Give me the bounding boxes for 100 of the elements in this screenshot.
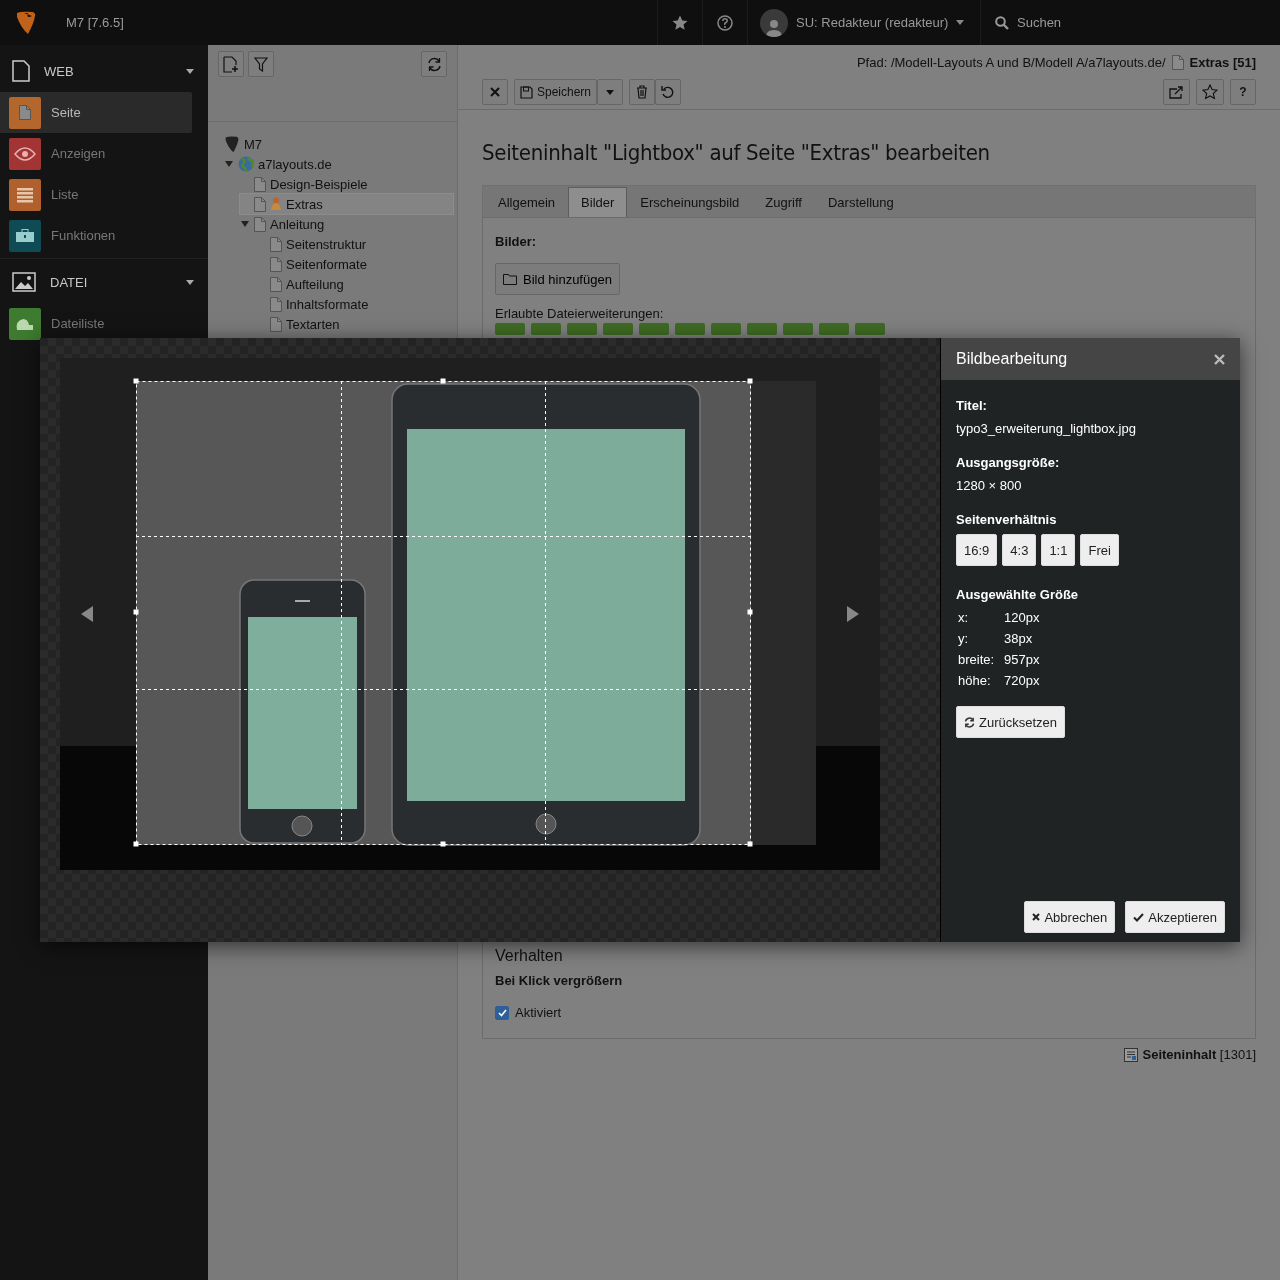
tree-item[interactable]: Textarten xyxy=(256,314,457,334)
tree-item[interactable]: Anleitung xyxy=(240,214,457,234)
tab[interactable]: Zugriff xyxy=(752,187,815,217)
tab[interactable]: Erscheinungsbild xyxy=(627,187,753,217)
ratio-button[interactable]: 1:1 xyxy=(1041,534,1076,566)
open-new-window-button[interactable] xyxy=(1163,79,1190,105)
logo-icon xyxy=(224,135,240,153)
cancel-button[interactable]: Abbrechen xyxy=(1024,901,1116,933)
page-icon xyxy=(270,236,282,252)
star-icon xyxy=(672,14,688,31)
tree-item[interactable]: Aufteilung xyxy=(256,274,457,294)
avatar-icon xyxy=(760,8,788,37)
module-item[interactable]: Dateiliste xyxy=(0,303,192,344)
extension-tag xyxy=(603,323,633,335)
tree-item[interactable]: Inhaltsformate xyxy=(256,294,457,314)
record-label: Seiteninhalt [1301] xyxy=(1142,1047,1256,1062)
page-icon xyxy=(270,276,282,292)
field-label: Bilder: xyxy=(495,234,538,249)
next-arrow-icon[interactable] xyxy=(847,606,859,622)
toolbox-icon xyxy=(15,228,35,243)
save-options-button[interactable] xyxy=(597,79,624,105)
help-button[interactable]: ? xyxy=(1230,79,1256,105)
save-button[interactable]: Speichern xyxy=(514,79,598,105)
editor-title: Seiteninhalt "Lightbox" auf Seite "Extras" bearbeiten xyxy=(482,140,991,165)
previous-arrow-icon[interactable] xyxy=(81,606,93,622)
field-label: Bei Klick vergrößern xyxy=(495,973,624,988)
list-icon xyxy=(16,186,34,203)
field-label: Titel: xyxy=(956,398,988,413)
checkbox-label: Aktiviert xyxy=(515,1005,562,1020)
delete-button[interactable] xyxy=(629,79,656,105)
floppy-icon xyxy=(520,85,533,99)
tab[interactable]: Allgemein xyxy=(485,187,569,217)
add-image-button[interactable]: Bild hinzufügen xyxy=(495,263,620,295)
new-page-button[interactable] xyxy=(218,51,244,77)
field-value: typo3_erweiterung_lightbox.jpg xyxy=(956,421,1137,436)
user-menu[interactable]: SU: Redakteur (redakteur) xyxy=(747,0,980,45)
tree-item[interactable]: Seitenformate xyxy=(256,254,457,274)
tree-root[interactable]: M7 xyxy=(224,134,457,154)
module-group[interactable]: WEB xyxy=(0,50,208,92)
collapse-icon[interactable] xyxy=(241,221,249,227)
search-placeholder: Suchen xyxy=(1017,15,1062,30)
refresh-icon xyxy=(426,56,442,72)
close-icon xyxy=(1214,353,1225,365)
extension-tag xyxy=(531,323,561,335)
page-icon xyxy=(270,296,282,312)
dimension-value: 957px xyxy=(1004,652,1041,667)
extension-tag xyxy=(855,323,885,335)
tree-item[interactable]: Seitenstruktur xyxy=(256,234,457,254)
collapse-icon[interactable] xyxy=(225,161,233,167)
accept-button[interactable]: Akzeptieren xyxy=(1125,901,1225,933)
tab[interactable]: Darstellung xyxy=(814,187,907,217)
page-icon xyxy=(12,60,30,82)
field-label: Seitenverhältnis xyxy=(956,512,1058,527)
page-icon xyxy=(19,105,31,120)
extensions-label: Erlaubte Dateierweiterungen: xyxy=(495,306,665,321)
section-heading: Verhalten xyxy=(495,947,564,965)
dimension-label: x: xyxy=(958,610,970,625)
dimension-value: 720px xyxy=(1004,673,1041,688)
caret-icon xyxy=(186,279,194,285)
module-group[interactable]: DATEI xyxy=(0,261,208,303)
help-icon xyxy=(717,14,733,31)
app-title: M7 [7.6.5] xyxy=(66,15,124,30)
refresh-button[interactable] xyxy=(421,51,447,77)
ratio-button[interactable]: 16:9 xyxy=(956,534,998,566)
checkbox[interactable] xyxy=(495,1005,509,1020)
field-label: Ausgangsgröße: xyxy=(956,455,1061,470)
module-item[interactable]: Seite xyxy=(0,92,192,133)
reset-button[interactable]: Zurücksetzen xyxy=(956,706,1066,738)
files-icon xyxy=(15,316,35,331)
undo-button[interactable] xyxy=(655,79,682,105)
module-item[interactable]: Funktionen xyxy=(0,215,192,256)
tree-item[interactable]: a7layouts.de xyxy=(224,154,457,174)
filter-icon xyxy=(254,56,268,72)
undo-icon xyxy=(661,85,676,99)
tree-item[interactable]: Design-Beispiele xyxy=(240,174,457,194)
extension-tag xyxy=(747,323,777,335)
field-label: Ausgewählte Größe xyxy=(956,587,1080,602)
close-icon xyxy=(1032,913,1041,921)
search-field[interactable]: Suchen xyxy=(980,0,1280,45)
dimension-label: höhe: xyxy=(958,673,992,688)
caret-icon xyxy=(186,68,194,74)
bookmark-button[interactable] xyxy=(1196,79,1224,105)
close-button[interactable] xyxy=(1214,353,1225,365)
page-icon xyxy=(254,196,266,212)
ratio-button[interactable]: 4:3 xyxy=(1002,534,1037,566)
module-item[interactable]: Anzeigen xyxy=(0,133,192,174)
dimension-label: y: xyxy=(958,631,970,646)
search-icon xyxy=(995,15,1009,30)
dimension-label: breite: xyxy=(958,652,996,667)
ratio-button[interactable]: Frei xyxy=(1080,534,1119,566)
tree-item[interactable]: Extras xyxy=(240,194,453,214)
tab[interactable]: Bilder xyxy=(568,187,628,217)
close-button[interactable] xyxy=(482,79,508,105)
page-title: Extras [51] xyxy=(1189,54,1256,70)
module-item[interactable]: Liste xyxy=(0,174,192,215)
extension-tag xyxy=(711,323,741,335)
filter-button[interactable] xyxy=(248,51,274,77)
caret-icon xyxy=(606,89,615,95)
image-icon xyxy=(12,272,36,292)
logo-icon[interactable] xyxy=(15,10,37,35)
